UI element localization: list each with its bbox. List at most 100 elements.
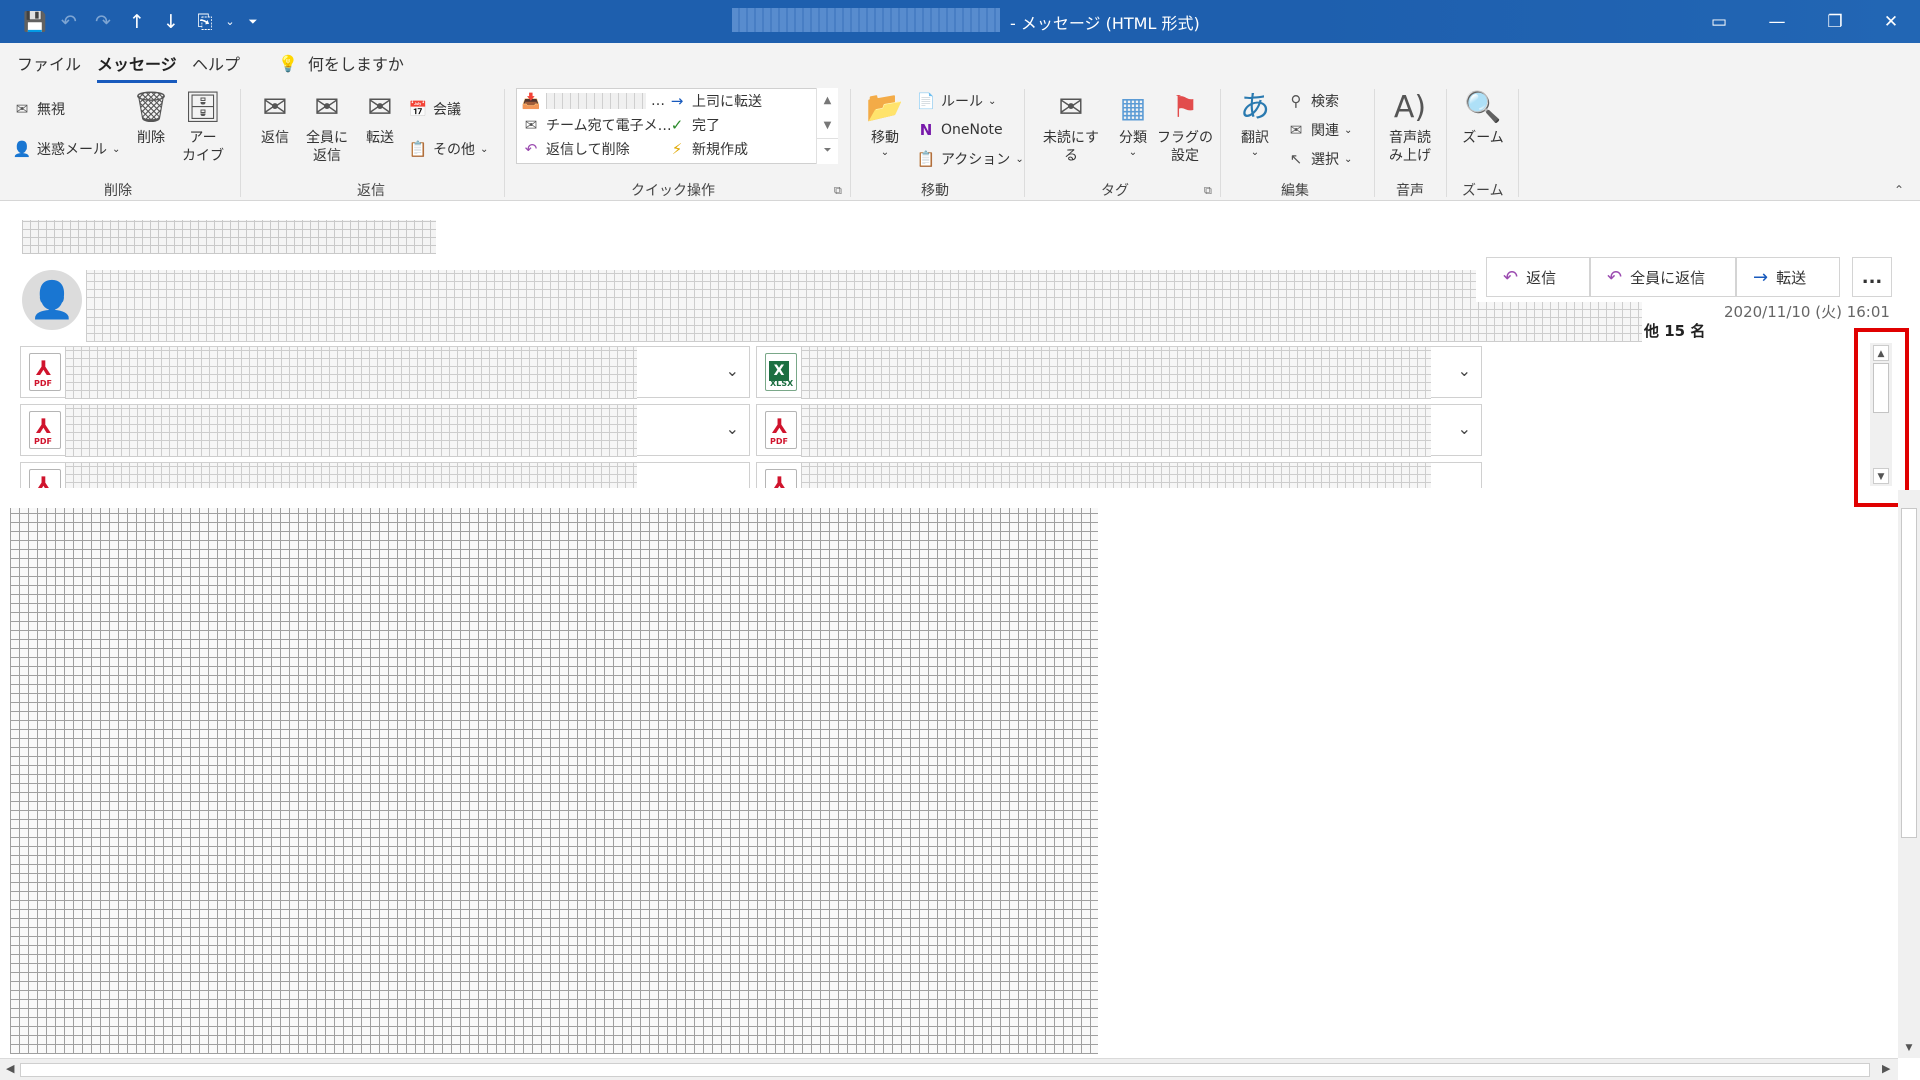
expand-gallery-icon[interactable]: ⏷ <box>817 138 838 162</box>
reply-all-button[interactable]: ✉ 全員に 返信 <box>303 87 351 165</box>
onenote-label: OneNote <box>941 122 1003 138</box>
window-title: - メッセージ (HTML 形式) <box>1010 14 1200 33</box>
quick-steps-scroll[interactable]: ▲ ▼ ⏷ <box>816 88 838 164</box>
chevron-down-icon[interactable]: ⌄ <box>726 419 739 438</box>
translate-button[interactable]: あ翻訳 ⌄ <box>1234 87 1276 159</box>
horizontal-scrollbar[interactable]: ◀ ▶ <box>0 1058 1898 1080</box>
move-to-folder-icon: 📥 <box>521 92 541 110</box>
close-icon[interactable]: ✕ <box>1862 0 1920 43</box>
tell-me-label: 何をしますか <box>307 55 404 74</box>
attachment-item[interactable]: X XLSX ⌄ <box>756 346 1482 399</box>
reply-all-action-button[interactable]: ↶ 全員に返信 <box>1590 257 1736 297</box>
actions-button[interactable]: 📋 アクション ⌄ <box>916 149 1024 169</box>
title-bar: 💾 ↶ ↷ ↑ ↓ ⎘ ⌄ ⏷ - メッセージ (HTML 形式) ▭ — ❐ … <box>0 0 1920 43</box>
customize-icon[interactable]: ⏷ <box>238 0 268 43</box>
chevron-down-icon[interactable]: ⌄ <box>1458 361 1471 380</box>
related-button[interactable]: ✉ 関連 ⌄ <box>1286 120 1353 140</box>
reply-action-button[interactable]: ↶ 返信 <box>1486 257 1590 297</box>
quick-step-reply-delete[interactable]: ↶ 返信して削除 <box>521 139 630 159</box>
horizontal-scroll-thumb[interactable] <box>20 1063 1870 1077</box>
chevron-down-icon[interactable]: ⌄ <box>222 0 238 43</box>
ignore-label: 無視 <box>37 102 65 118</box>
redo-icon[interactable]: ↷ <box>86 0 120 43</box>
quick-step-forward-boss-label: 上司に転送 <box>692 94 762 110</box>
reply-button[interactable]: ✉ 返信 <box>255 87 295 147</box>
scroll-down-icon[interactable]: ▼ <box>1901 1040 1917 1056</box>
zoom-button[interactable]: 🔍 ズーム <box>1460 87 1506 147</box>
undo-icon[interactable]: ↶ <box>52 0 86 43</box>
quick-step-1[interactable]: 📥… <box>521 91 665 111</box>
forward-button[interactable]: ✉ 転送 <box>360 87 400 147</box>
delete-button[interactable]: 🗑 削除 <box>131 87 171 147</box>
vertical-scroll-thumb[interactable] <box>1901 508 1917 838</box>
attachment-item[interactable]: PDF ⌄ <box>756 462 1482 488</box>
chevron-down-icon: ⌄ <box>480 143 489 155</box>
more-respond-button[interactable]: 📋 その他 ⌄ <box>408 139 489 159</box>
dialog-launcher-icon[interactable]: ⧉ <box>1204 184 1212 198</box>
attachment-item[interactable]: PDF ⌄ <box>20 346 750 399</box>
tab-help[interactable]: ヘルプ <box>192 51 240 75</box>
up-arrow-icon[interactable]: ↑ <box>120 0 154 43</box>
collapse-ribbon-icon[interactable]: ⌃ <box>1894 183 1904 197</box>
more-actions-button[interactable]: ... <box>1852 257 1892 297</box>
quick-step-create-new[interactable]: ⚡ 新規作成 <box>667 139 748 159</box>
chevron-down-icon[interactable]: ⌄ <box>726 477 739 488</box>
group-label-respond: 返信 <box>357 183 385 199</box>
scroll-down-icon[interactable]: ▼ <box>817 113 838 138</box>
attach-icon[interactable]: ⎘ <box>188 0 222 43</box>
archive-button[interactable]: 🗄 アー カイブ <box>182 87 224 165</box>
tab-message[interactable]: メッセージ <box>97 51 177 83</box>
chevron-down-icon[interactable]: ⌄ <box>1458 477 1471 488</box>
select-button[interactable]: ↖ 選択 ⌄ <box>1286 149 1353 169</box>
follow-up-button[interactable]: ⚑ フラグの 設定 <box>1157 87 1213 165</box>
tell-me-box[interactable]: 💡 何をしますか <box>278 51 404 75</box>
checkmark-icon: ✓ <box>670 116 684 134</box>
arrow-right-icon: → <box>670 92 684 110</box>
more-respond-icon: 📋 <box>408 140 428 158</box>
chevron-down-icon[interactable]: ⌄ <box>1458 419 1471 438</box>
ribbon: ✉ 無視 👤 迷惑メール ⌄ 🗑 削除 🗄 アー カイブ 削除 ✉ 返信 ✉ 全員に 返信 ✉… <box>0 83 1920 201</box>
scroll-right-icon[interactable]: ▶ <box>1882 1062 1890 1075</box>
find-button[interactable]: ⚲ 検索 <box>1286 91 1340 111</box>
separator <box>1220 89 1221 197</box>
quick-step-team-email[interactable]: ✉ チーム宛て電子メ… <box>521 115 672 135</box>
rules-button[interactable]: 📄 ルール ⌄ <box>916 91 997 111</box>
dialog-launcher-icon[interactable]: ⧉ <box>834 184 842 198</box>
attachment-item[interactable]: PDF ⌄ <box>20 462 750 488</box>
down-arrow-icon[interactable]: ↓ <box>154 0 188 43</box>
onenote-icon: N <box>919 121 933 139</box>
move-button[interactable]: 📂 移動 ⌄ <box>864 87 906 159</box>
chevron-down-icon: ⌄ <box>1344 153 1353 165</box>
scroll-up-icon[interactable]: ▲ <box>817 88 838 113</box>
forward-action-label: 転送 <box>1776 268 1807 287</box>
minimize-icon[interactable]: — <box>1748 0 1806 43</box>
mark-unread-button[interactable]: ✉ 未読にする <box>1036 87 1106 165</box>
attachment-item[interactable]: PDF ⌄ <box>20 404 750 457</box>
junk-button[interactable]: 👤 迷惑メール ⌄ <box>12 139 121 159</box>
quick-step-done[interactable]: ✓ 完了 <box>667 115 720 135</box>
tab-file[interactable]: ファイル <box>17 51 81 75</box>
scroll-left-icon[interactable]: ◀ <box>6 1062 14 1075</box>
ignore-button[interactable]: ✉ 無視 <box>12 99 65 119</box>
onenote-button[interactable]: N OneNote <box>916 120 1003 140</box>
chevron-down-icon: ⌄ <box>988 95 997 107</box>
quick-steps-gallery: 📥… → 上司に転送 ✉ チーム宛て電子メ… ✓ 完了 ↶ 返信して削除 ⚡ 新規作成 <box>516 88 838 164</box>
group-label-move: 移動 <box>921 183 949 199</box>
read-aloud-button[interactable]: A) 音声読 み上げ <box>1385 87 1435 165</box>
find-label: 検索 <box>1311 94 1339 110</box>
forward-action-button[interactable]: → 転送 <box>1736 257 1840 297</box>
vertical-scrollbar[interactable]: ▼ <box>1898 490 1920 1058</box>
quick-step-1-label: … <box>651 93 665 109</box>
quick-step-forward-boss[interactable]: → 上司に転送 <box>667 91 762 111</box>
pdf-icon: PDF <box>765 469 797 488</box>
forward-icon: ✉ <box>367 90 393 125</box>
meeting-button[interactable]: 📅 会議 <box>408 99 461 119</box>
ribbon-display-icon[interactable]: ▭ <box>1690 0 1748 43</box>
quick-access-toolbar: 💾 ↶ ↷ ↑ ↓ ⎘ ⌄ ⏷ <box>18 0 268 43</box>
restore-icon[interactable]: ❐ <box>1806 0 1864 43</box>
chevron-down-icon[interactable]: ⌄ <box>726 361 739 380</box>
categorize-button[interactable]: ▦ 分類 ⌄ <box>1112 87 1154 159</box>
attachment-item[interactable]: PDF ⌄ <box>756 404 1482 457</box>
save-icon[interactable]: 💾 <box>18 0 52 43</box>
translate-icon: あ <box>1240 90 1270 125</box>
